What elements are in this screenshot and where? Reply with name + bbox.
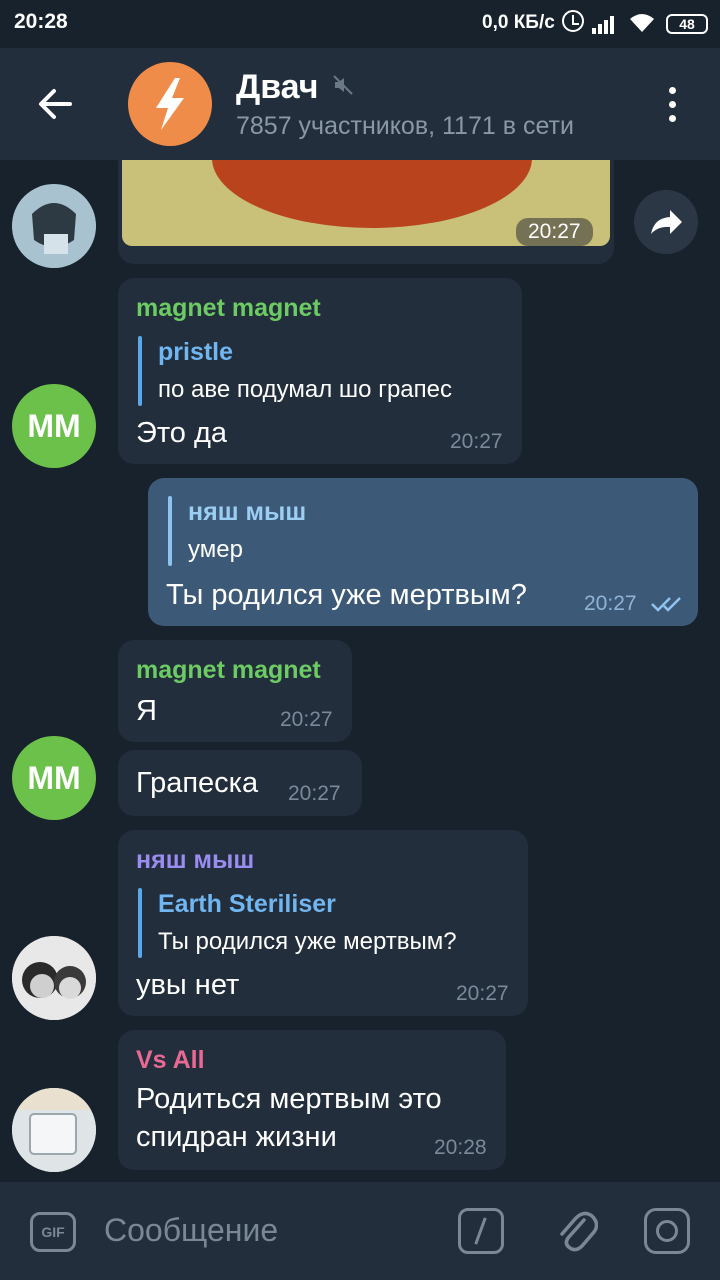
message-list[interactable]: 20:27 MM magnet magnet pristle по аве по…: [0, 160, 720, 1182]
alarm-icon: [562, 10, 584, 32]
message-text: Это да: [136, 417, 228, 449]
forward-icon: [651, 210, 682, 234]
reply-sender[interactable]: pristle: [158, 338, 233, 367]
chat-header: Двач 7857 участников, 1171 в сети: [0, 48, 720, 160]
media-message[interactable]: 20:27: [118, 160, 614, 264]
message-bubble[interactable]: magnet magnet pristle по аве подумал шо …: [118, 278, 522, 464]
message-sender[interactable]: magnet magnet: [136, 294, 321, 323]
message-bubble[interactable]: Грапеска 20:27: [118, 750, 362, 816]
message-sender[interactable]: няш мыш: [136, 846, 254, 875]
avatar[interactable]: [12, 184, 96, 268]
reply-text[interactable]: умер: [188, 536, 243, 564]
reply-text[interactable]: Ты родился уже мертвым?: [158, 928, 457, 956]
message-sender[interactable]: magnet magnet: [136, 656, 321, 685]
reply-indicator: [138, 888, 142, 958]
message-text: увы нет: [136, 969, 240, 1001]
message-time: 20:27: [450, 430, 503, 453]
avatar-image: [12, 936, 96, 1020]
message-input[interactable]: Сообщение: [104, 1212, 278, 1249]
avatar[interactable]: [12, 1088, 96, 1172]
message-time: 20:27: [516, 218, 593, 246]
group-avatar[interactable]: [128, 62, 212, 146]
message-time: 20:27: [456, 982, 509, 1005]
message-text-line: спидран жизни: [136, 1121, 337, 1153]
avatar[interactable]: [12, 936, 96, 1020]
forward-button[interactable]: [634, 190, 698, 254]
message-time: 20:27: [288, 782, 341, 805]
message-sender[interactable]: Vs All: [136, 1046, 205, 1075]
reply-indicator: [168, 496, 172, 566]
gif-button[interactable]: GIF: [30, 1212, 76, 1252]
message-text: Грапеска: [136, 767, 259, 799]
chat-subtitle: 7857 участников, 1171 в сети: [236, 112, 574, 140]
lightning-icon: [156, 78, 184, 130]
message-time: 20:27: [280, 708, 333, 731]
message-time: 20:28: [434, 1136, 487, 1159]
message-bubble[interactable]: Vs All Родиться мертвым это спидран жизн…: [118, 1030, 506, 1170]
reply-text[interactable]: по аве подумал шо грапес: [158, 376, 452, 404]
signal-icon: [592, 16, 614, 34]
avatar-image: [12, 1088, 96, 1172]
avatar-image: [12, 184, 96, 268]
outgoing-message-bubble[interactable]: няш мыш умер Ты родился уже мертвым? 20:…: [148, 478, 698, 626]
avatar[interactable]: MM: [12, 736, 96, 820]
message-input-bar: GIF Сообщение: [0, 1182, 720, 1280]
wifi-icon: [630, 14, 654, 32]
bot-command-icon[interactable]: [458, 1208, 504, 1254]
read-check-icon: [651, 597, 681, 612]
reply-indicator: [138, 336, 142, 406]
network-speed: 0,0 КБ/с: [482, 12, 555, 33]
message-time: 20:27: [584, 592, 637, 615]
attach-icon[interactable]: [554, 1206, 598, 1256]
back-arrow-icon[interactable]: [34, 82, 78, 126]
avatar[interactable]: MM: [12, 384, 96, 468]
status-time: 20:28: [14, 10, 68, 33]
message-text-line: Родиться мертвым это: [136, 1083, 442, 1115]
status-bar: 20:28 0,0 КБ/с 48: [0, 0, 720, 48]
message-bubble[interactable]: няш мыш Earth Steriliser Ты родился уже …: [118, 830, 528, 1016]
reply-sender[interactable]: няш мыш: [188, 498, 306, 527]
muted-speaker-icon: [333, 75, 353, 95]
battery-icon: 48: [666, 14, 708, 34]
reply-sender[interactable]: Earth Steriliser: [158, 890, 336, 919]
chat-title[interactable]: Двач: [236, 68, 318, 107]
camera-icon[interactable]: [644, 1208, 690, 1254]
message-bubble[interactable]: magnet magnet Я 20:27: [118, 640, 352, 742]
message-text: Я: [136, 695, 157, 727]
more-vertical-icon[interactable]: [660, 84, 684, 124]
message-text: Ты родился уже мертвым?: [166, 579, 527, 611]
